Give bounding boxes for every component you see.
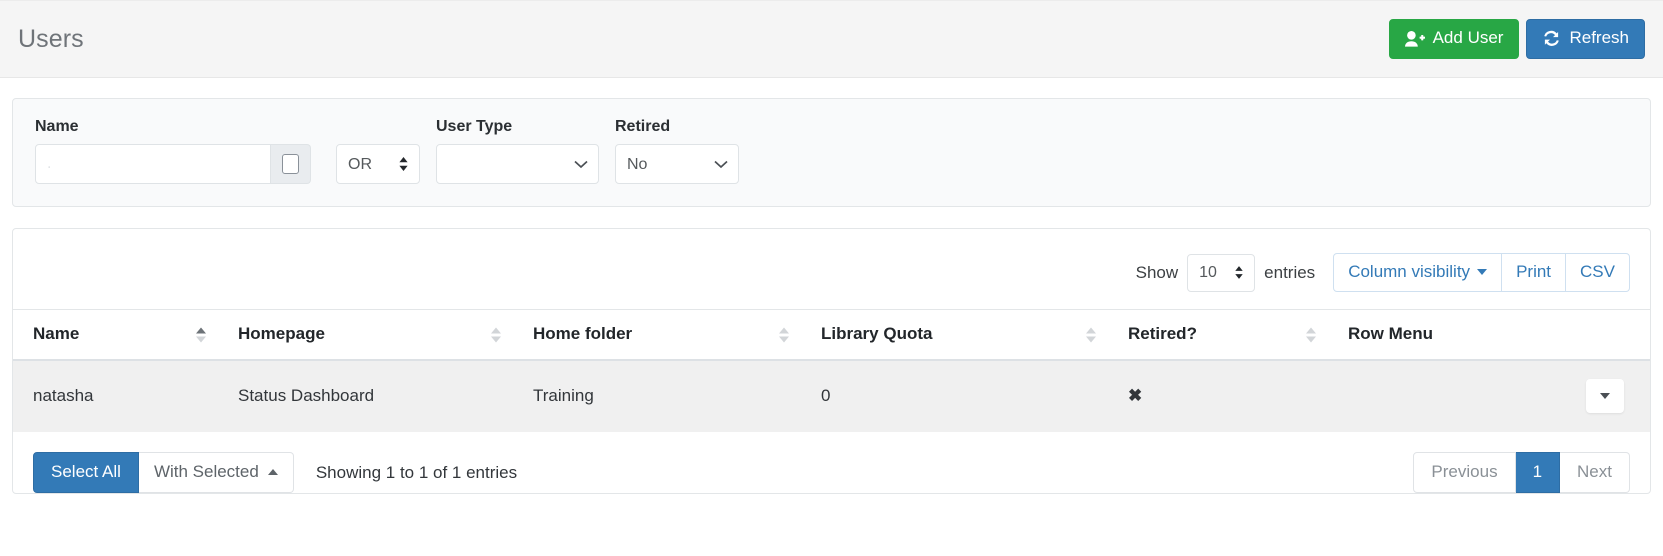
with-selected-button[interactable]: With Selected	[138, 452, 294, 493]
table-head: Name Homepage Home folder Library Quota …	[13, 309, 1650, 361]
operator-select-wrap: OR	[327, 144, 420, 184]
filter-panel: Name OR User	[12, 98, 1651, 207]
pagination-previous[interactable]: Previous	[1413, 452, 1516, 493]
show-label: Show	[1135, 262, 1179, 282]
sort-icon	[491, 327, 501, 342]
retired-select-wrap: No	[615, 144, 739, 184]
filter-body: Name OR User	[13, 99, 1650, 206]
sort-icon	[1086, 327, 1096, 342]
caret-down-icon	[1600, 393, 1610, 399]
filter-group-name: Name	[35, 119, 311, 184]
name-filter-checkbox[interactable]	[282, 154, 299, 174]
page-length-select-wrap: 10	[1187, 253, 1256, 292]
cell-row-menu	[1328, 360, 1650, 432]
column-header-label: Retired?	[1128, 324, 1197, 343]
column-header-homepage[interactable]: Homepage	[218, 309, 513, 361]
print-button[interactable]: Print	[1502, 253, 1567, 292]
page-title: Users	[18, 24, 84, 53]
filter-group-operator: OR	[327, 144, 420, 184]
column-visibility-button[interactable]: Column visibility	[1333, 253, 1503, 292]
name-filter-label: Name	[35, 118, 79, 135]
column-visibility-label: Column visibility	[1348, 262, 1471, 281]
users-table: Name Homepage Home folder Library Quota …	[13, 309, 1650, 432]
table-panel: Show 10 entries Column visibility Print …	[12, 228, 1651, 494]
cell-homepage: Status Dashboard	[218, 360, 513, 432]
page-header: Users Add User Refresh	[0, 0, 1663, 78]
column-header-label: Row Menu	[1348, 324, 1433, 343]
pagination-next[interactable]: Next	[1560, 452, 1630, 493]
showing-entries-info: Showing 1 to 1 of 1 entries	[315, 462, 518, 482]
user-type-filter-label: User Type	[436, 118, 513, 135]
cell-retired: ✖	[1108, 360, 1328, 432]
refresh-label: Refresh	[1569, 28, 1629, 48]
user-plus-icon	[1404, 30, 1425, 47]
entries-label: entries	[1264, 262, 1316, 282]
table-toolbar: Show 10 entries Column visibility Print …	[13, 229, 1650, 309]
column-header-label: Homepage	[238, 324, 325, 343]
cell-library-quota: 0	[801, 360, 1108, 432]
sort-icon	[196, 327, 206, 342]
table-header-row: Name Homepage Home folder Library Quota …	[13, 309, 1650, 361]
select-all-button[interactable]: Select All	[33, 452, 139, 493]
user-type-select-wrap	[436, 144, 599, 184]
pagination: Previous 1 Next	[1413, 452, 1630, 493]
column-header-name[interactable]: Name	[13, 309, 218, 361]
with-selected-label: With Selected	[153, 462, 259, 481]
column-header-library-quota[interactable]: Library Quota	[801, 309, 1108, 361]
add-user-button[interactable]: Add User	[1388, 19, 1520, 59]
column-header-label: Library Quota	[821, 324, 933, 343]
page-length-select[interactable]: 10	[1187, 253, 1256, 292]
refresh-button[interactable]: Refresh	[1526, 19, 1645, 59]
table-body: natasha Status Dashboard Training 0 ✖	[13, 360, 1650, 432]
retired-filter-label: Retired	[615, 118, 671, 135]
pagination-page-1[interactable]: 1	[1515, 452, 1561, 493]
csv-label: CSV	[1580, 262, 1615, 281]
table-footer: Select All With Selected Showing 1 to 1 …	[13, 432, 1650, 493]
cell-home-folder: Training	[513, 360, 801, 432]
column-header-label: Name	[33, 324, 80, 343]
user-type-select[interactable]	[436, 144, 599, 184]
column-header-retired[interactable]: Retired?	[1108, 309, 1328, 361]
add-user-label: Add User	[1432, 28, 1504, 48]
name-filter-checkbox-addon[interactable]	[271, 144, 311, 184]
sync-icon	[1542, 30, 1561, 47]
filter-group-retired: Retired No	[615, 119, 739, 184]
column-header-row-menu[interactable]: Row Menu	[1328, 309, 1650, 361]
name-search-input[interactable]	[35, 144, 271, 184]
table-row[interactable]: natasha Status Dashboard Training 0 ✖	[13, 360, 1650, 432]
column-header-home-folder[interactable]: Home folder	[513, 309, 801, 361]
caret-up-icon	[267, 469, 278, 475]
table-export-buttons: Column visibility Print CSV	[1333, 253, 1630, 292]
cell-name: natasha	[13, 360, 218, 432]
footer-actions: Select All With Selected	[33, 452, 294, 493]
name-input-group	[35, 144, 311, 184]
filter-group-user-type: User Type	[436, 119, 599, 184]
operator-select[interactable]: OR	[336, 144, 420, 184]
row-menu-button[interactable]	[1586, 379, 1624, 413]
retired-select[interactable]: No	[615, 144, 739, 184]
page-length-block: Show 10 entries	[1135, 253, 1316, 292]
print-label: Print	[1516, 262, 1552, 281]
csv-button[interactable]: CSV	[1566, 253, 1630, 292]
caret-down-icon	[1477, 269, 1488, 275]
column-header-label: Home folder	[533, 324, 633, 343]
header-actions: Add User Refresh	[1388, 19, 1645, 59]
sort-icon	[1306, 327, 1316, 342]
sort-icon	[779, 327, 789, 342]
